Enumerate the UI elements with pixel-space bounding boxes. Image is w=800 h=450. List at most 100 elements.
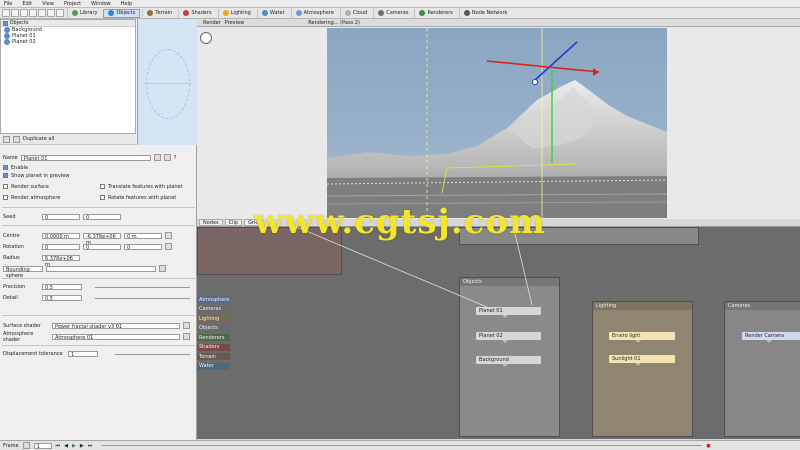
navigate-icon[interactable] bbox=[200, 32, 212, 44]
add-icon[interactable] bbox=[3, 135, 10, 143]
menu-bar: File Edit View Project Window Help bbox=[0, 0, 800, 8]
play-icon[interactable]: ▶ bbox=[72, 443, 76, 449]
category-atmosphere[interactable]: Atmosphere bbox=[197, 296, 230, 303]
divider bbox=[2, 278, 195, 279]
menu-project[interactable]: Project bbox=[64, 1, 81, 7]
seed-field[interactable]: 0 bbox=[42, 213, 80, 221]
tab-label: Terrain bbox=[155, 10, 173, 16]
precision-slider[interactable] bbox=[95, 287, 190, 288]
remove-icon[interactable] bbox=[13, 135, 20, 143]
frame-field[interactable]: 1 bbox=[33, 442, 52, 450]
menu-help[interactable]: Help bbox=[121, 1, 132, 7]
save-as-icon[interactable] bbox=[29, 9, 37, 17]
tab-icon bbox=[183, 10, 190, 16]
tab-icon bbox=[344, 10, 351, 16]
radius-field[interactable]: 6.378e+06 m bbox=[42, 254, 80, 268]
next-frame-icon[interactable]: ▶ bbox=[80, 443, 84, 449]
timeline-slider[interactable] bbox=[102, 445, 703, 446]
last-frame-icon[interactable]: ⏭ bbox=[88, 443, 93, 449]
detail-field[interactable]: 0.5 bbox=[42, 294, 82, 302]
duplicate-all-label[interactable]: Duplicate all bbox=[23, 136, 54, 142]
translate-checkbox[interactable] bbox=[100, 184, 105, 189]
tab-label: Node Network bbox=[471, 10, 508, 16]
rotation-x-field[interactable]: 0 bbox=[42, 243, 80, 251]
object-tree[interactable]: Objects Background Planet 01 Planet 02 bbox=[0, 19, 136, 134]
tab-objects[interactable]: Objects bbox=[103, 8, 141, 18]
category-water[interactable]: Water bbox=[197, 362, 230, 370]
centre-y-field[interactable]: -6.378e+06 m bbox=[83, 232, 121, 246]
tab-cameras[interactable]: Cameras bbox=[373, 8, 412, 18]
pick-icon[interactable] bbox=[165, 243, 172, 250]
tab-terrain[interactable]: Terrain bbox=[142, 8, 176, 18]
menu-file[interactable]: File bbox=[4, 1, 12, 7]
centre-x-field[interactable]: 0.0000 m bbox=[42, 232, 80, 240]
bounding-button[interactable]: Bounding sphere bbox=[3, 265, 43, 279]
tab-water[interactable]: Water bbox=[256, 8, 289, 18]
displacement-field[interactable]: 1 bbox=[68, 350, 98, 358]
tab-renderers[interactable]: Renderers bbox=[414, 8, 456, 18]
bounding-field[interactable] bbox=[46, 265, 156, 272]
record-icon[interactable]: ● bbox=[706, 443, 710, 449]
detail-slider[interactable] bbox=[95, 298, 190, 299]
tab-shaders[interactable]: Shaders bbox=[178, 8, 215, 18]
name-field[interactable]: Planet 01 bbox=[20, 154, 151, 162]
enable-checkbox[interactable] bbox=[3, 165, 8, 170]
precision-field[interactable]: 0.5 bbox=[42, 283, 82, 291]
category-cameras[interactable]: Cameras bbox=[197, 305, 230, 313]
category-shaders[interactable]: Shaders bbox=[197, 343, 230, 351]
tree-item[interactable]: Planet 02 bbox=[1, 39, 135, 45]
camera-icon[interactable] bbox=[47, 9, 55, 17]
divider bbox=[2, 225, 195, 226]
first-frame-icon[interactable]: ⏮ bbox=[56, 443, 61, 449]
tab-icon bbox=[147, 10, 154, 16]
tab-preview[interactable]: Preview bbox=[225, 20, 244, 26]
new-icon[interactable] bbox=[2, 9, 10, 17]
link-icon[interactable] bbox=[183, 333, 190, 340]
menu-view[interactable]: View bbox=[42, 1, 54, 7]
expand-icon[interactable] bbox=[3, 20, 8, 26]
link-icon[interactable] bbox=[183, 322, 190, 329]
folder-icon[interactable] bbox=[159, 265, 166, 272]
flag-icon[interactable] bbox=[153, 154, 161, 161]
render-view[interactable] bbox=[327, 28, 667, 218]
seed-field-2[interactable]: 0 bbox=[83, 213, 121, 221]
render-icon[interactable] bbox=[38, 9, 46, 17]
rotation-z-field[interactable]: 0 bbox=[124, 243, 162, 251]
rotation-y-field[interactable]: 0 bbox=[83, 243, 121, 251]
enable-row: Enable bbox=[3, 164, 28, 171]
tab-atmosphere[interactable]: Atmosphere bbox=[290, 8, 338, 18]
render-atmos-checkbox[interactable] bbox=[3, 195, 8, 200]
node-graph[interactable]: Objects Lighting Cameras Planet 01 Plane… bbox=[197, 227, 800, 439]
rotate-checkbox[interactable] bbox=[100, 195, 105, 200]
category-objects[interactable]: Objects bbox=[197, 324, 230, 332]
prev-frame-icon[interactable]: ◀ bbox=[64, 443, 68, 449]
displacement-slider[interactable] bbox=[115, 354, 190, 355]
category-renderers[interactable]: Renderers bbox=[197, 334, 230, 341]
render-surface-checkbox[interactable] bbox=[3, 184, 8, 189]
help-icon[interactable]: ? bbox=[174, 155, 177, 161]
atmos-shader-field[interactable]: Atmosphere 01 bbox=[52, 333, 180, 341]
category-terrain[interactable]: Terrain bbox=[197, 353, 230, 360]
save-icon[interactable] bbox=[20, 9, 28, 17]
render-surface-row: Render surface bbox=[3, 183, 49, 190]
frame-stepper-icon[interactable] bbox=[22, 442, 30, 449]
open-icon[interactable] bbox=[11, 9, 19, 17]
show-preview-checkbox[interactable] bbox=[3, 173, 8, 178]
category-lighting[interactable]: Lighting bbox=[197, 315, 230, 322]
tab-nodes[interactable]: Nodes bbox=[199, 219, 223, 226]
tab-cloud[interactable]: Cloud bbox=[339, 8, 371, 18]
menu-edit[interactable]: Edit bbox=[22, 1, 32, 7]
undo-icon[interactable] bbox=[56, 9, 64, 17]
tab-lighting[interactable]: Lighting bbox=[217, 8, 255, 18]
globe-icon bbox=[4, 39, 10, 45]
menu-window[interactable]: Window bbox=[91, 1, 111, 7]
tab-library[interactable]: Library bbox=[67, 8, 101, 18]
pick-icon[interactable] bbox=[165, 232, 172, 239]
centre-z-field[interactable]: 0 m bbox=[124, 232, 162, 240]
graph-icon[interactable] bbox=[163, 154, 171, 161]
tab-render[interactable]: Render bbox=[203, 20, 221, 26]
surface-shader-row: Surface shader Power fractal shader v3 0… bbox=[3, 322, 190, 330]
surface-shader-field[interactable]: Power fractal shader v3 01 bbox=[52, 322, 180, 330]
planet-preview[interactable] bbox=[137, 19, 197, 145]
tab-node-network[interactable]: Node Network bbox=[458, 8, 512, 18]
